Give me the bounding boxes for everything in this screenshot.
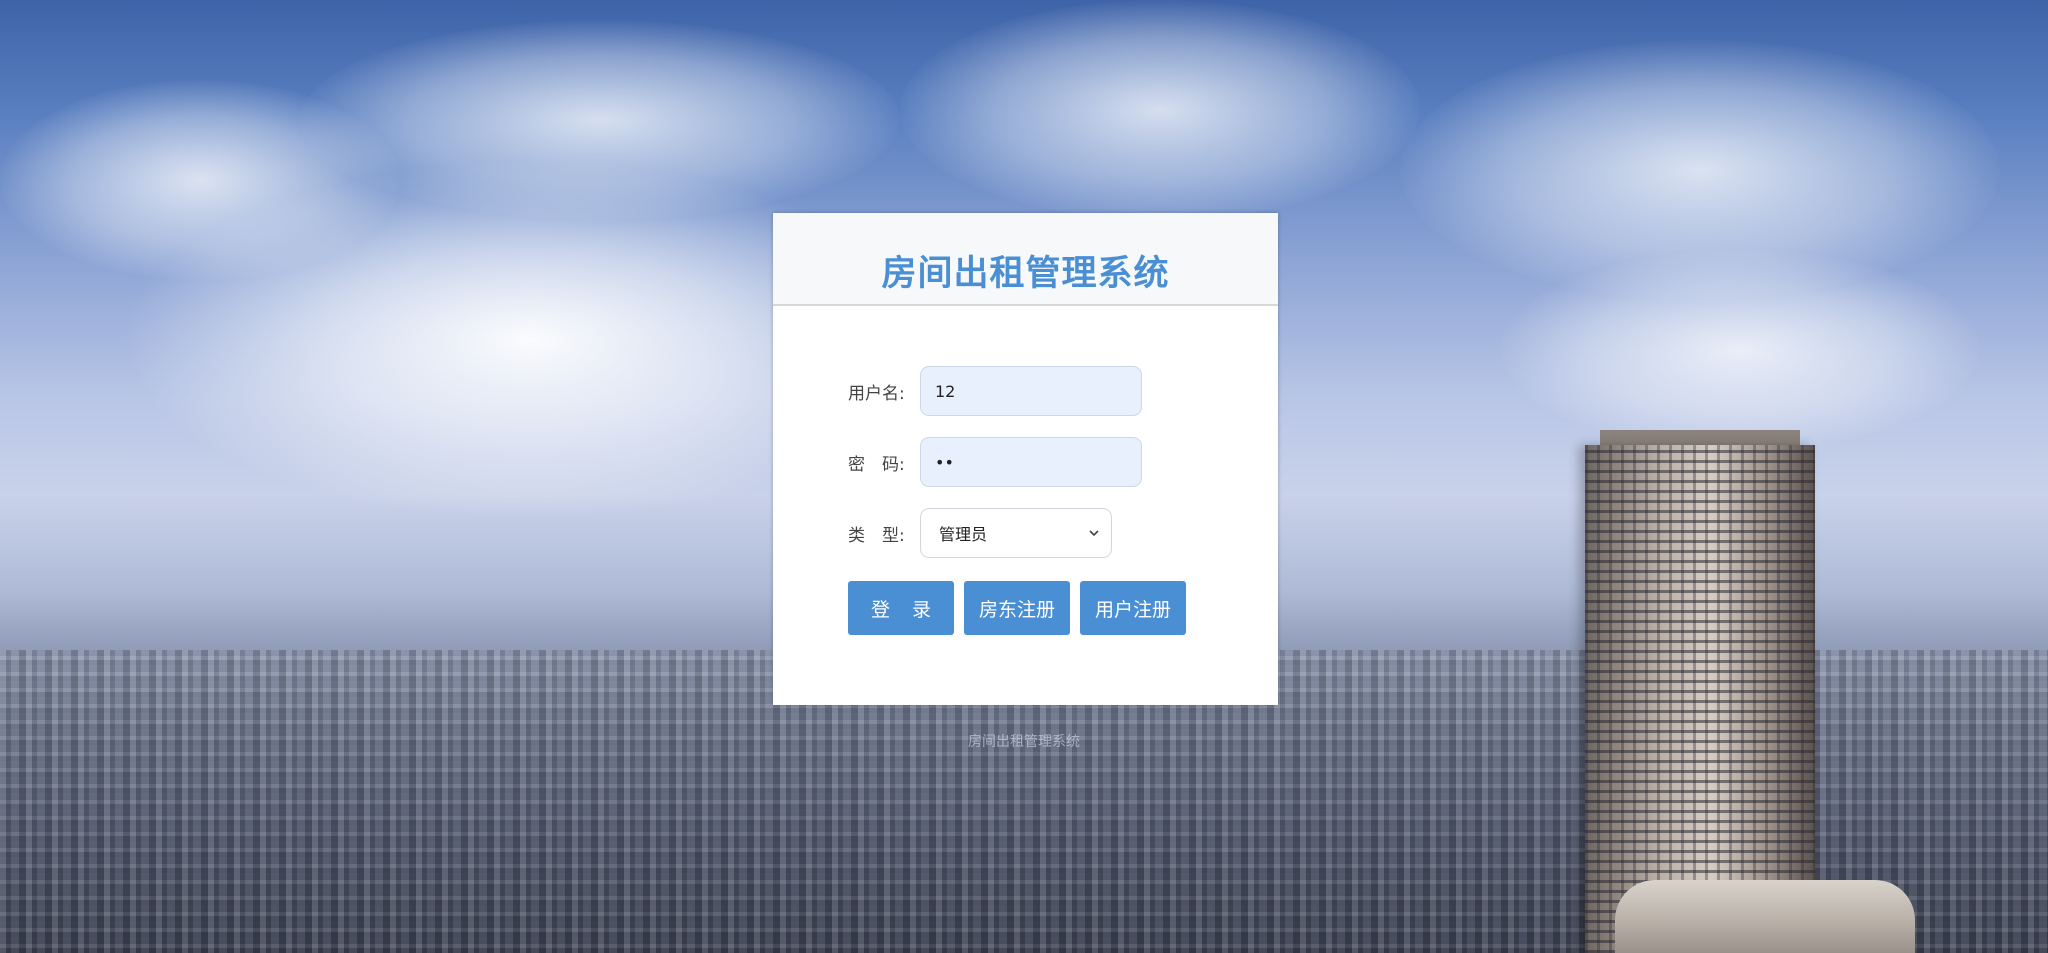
cloud [900, 0, 1420, 220]
landlord-register-button[interactable]: 房东注册 [964, 581, 1070, 635]
cloud [1500, 250, 1980, 450]
page-title: 房间出租管理系统 [881, 254, 1170, 294]
type-row: 类 型: 管理员 [848, 508, 1112, 558]
password-row: 密 码: [848, 437, 1142, 487]
password-label: 密 码: [848, 454, 905, 475]
user-type-select[interactable]: 管理员 [920, 508, 1112, 558]
password-input[interactable] [920, 437, 1142, 487]
login-header: 房间出租管理系统 [773, 213, 1278, 306]
username-input[interactable] [920, 366, 1142, 416]
footer-text: 房间出租管理系统 [968, 734, 1080, 750]
type-label: 类 型: [848, 525, 905, 546]
chevron-down-icon [1085, 524, 1103, 542]
tower-base [1615, 880, 1915, 953]
username-label: 用户名: [848, 383, 905, 404]
username-row: 用户名: [848, 366, 1142, 416]
login-button[interactable]: 登 录 [848, 581, 954, 635]
user-register-button[interactable]: 用户注册 [1080, 581, 1186, 635]
button-row: 登 录 房东注册 用户注册 [848, 581, 1186, 635]
user-type-value: 管理员 [939, 525, 988, 544]
cloud [0, 80, 400, 280]
login-panel: 房间出租管理系统 用户名: 密 码: 类 型: 管理员 登 录 房东注册 用户注… [773, 213, 1278, 705]
tower-building [1585, 445, 1815, 953]
